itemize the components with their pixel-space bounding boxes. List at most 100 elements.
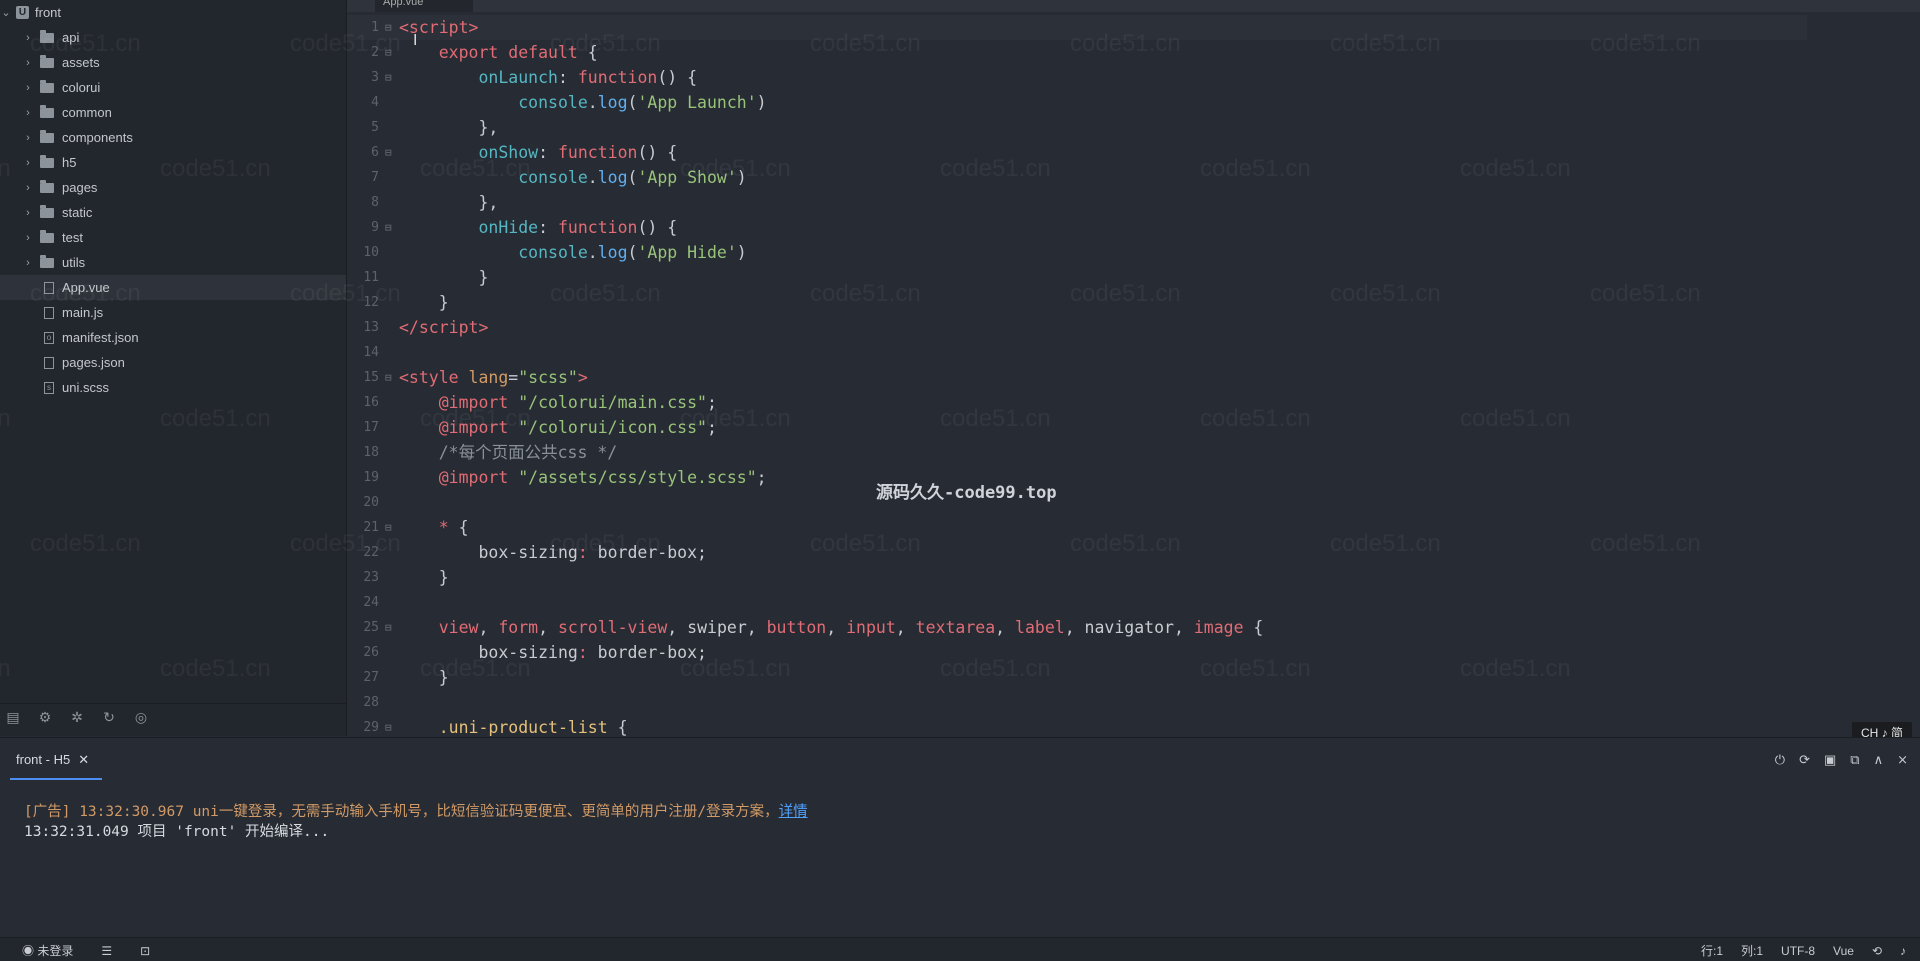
tree-item-label: App.vue xyxy=(62,280,110,295)
line-number: 29 xyxy=(363,720,379,735)
fold-icon[interactable]: ⊟ xyxy=(385,615,392,640)
tree-item-label: manifest.json xyxy=(62,330,139,345)
chevron-right-icon[interactable]: › xyxy=(22,132,34,144)
editor-tab-strip: App.vue xyxy=(347,0,1920,12)
console-tab[interactable]: front - H5 ✕ xyxy=(16,752,89,768)
close-icon[interactable]: ✕ xyxy=(78,752,89,768)
cursor-col[interactable]: 列:1 xyxy=(1741,942,1763,959)
folder-icon xyxy=(40,54,54,68)
line-number: 14 xyxy=(363,345,379,360)
line-number: 27 xyxy=(363,670,379,685)
restart-icon[interactable]: ⟳ xyxy=(1799,752,1810,768)
tree-item[interactable]: › components xyxy=(0,125,346,150)
line-number: 2 xyxy=(371,45,379,60)
login-label: 未登录 xyxy=(37,944,74,958)
console-panel: front - H5 ✕ ⏻ ⟳ ▣ ⧉ ∧ ⨯ [广告] 13:32:30.9… xyxy=(0,737,1920,938)
folder-icon xyxy=(40,229,54,243)
chevron-right-icon[interactable]: › xyxy=(22,82,34,94)
sidebar-toolbar: ▤ ⚙ ✲ ↻ ◎ xyxy=(0,703,346,731)
tree-item-label: h5 xyxy=(62,155,77,170)
user-icon: ◉ xyxy=(22,944,35,958)
folder-icon xyxy=(40,79,54,93)
preview-icon[interactable]: ◎ xyxy=(132,709,150,726)
chevron-right-icon[interactable]: › xyxy=(22,107,34,119)
line-number: 23 xyxy=(363,570,379,585)
refresh-icon[interactable]: ↻ xyxy=(100,709,118,726)
clear-icon[interactable]: ⨯ xyxy=(1897,752,1908,768)
tree-item[interactable]: › static xyxy=(0,200,346,225)
tree-item[interactable]: › common xyxy=(0,100,346,125)
text-cursor-icon: I xyxy=(413,32,418,49)
tree-item[interactable]: › api xyxy=(0,25,346,50)
tree-item[interactable]: s uni.scss xyxy=(0,375,346,400)
fold-icon[interactable]: ⊟ xyxy=(385,15,392,40)
tree-item-label: common xyxy=(62,105,112,120)
folder-icon[interactable]: ▤ xyxy=(4,709,22,726)
tree-item[interactable]: › colorui xyxy=(0,75,346,100)
fold-icon[interactable]: ⊟ xyxy=(385,215,392,240)
tree-item-label: assets xyxy=(62,55,100,70)
tree-root-front[interactable]: ⌄ U front xyxy=(0,0,346,25)
chevron-right-icon[interactable]: › xyxy=(22,32,34,44)
fold-icon[interactable]: ⊟ xyxy=(385,365,392,390)
terminal-icon[interactable]: ⊡ xyxy=(140,944,150,958)
sync-icon[interactable]: ⟲ xyxy=(1872,944,1882,958)
chevron-right-icon[interactable]: › xyxy=(22,182,34,194)
tree-item[interactable]: pages.json xyxy=(0,350,346,375)
chevron-right-icon[interactable]: › xyxy=(22,157,34,169)
fold-icon[interactable]: ⊟ xyxy=(385,40,392,65)
line-number: 3 xyxy=(371,70,379,85)
login-status[interactable]: ◉ 未登录 xyxy=(22,942,73,959)
file-icon xyxy=(44,281,54,294)
chevron-right-icon[interactable]: › xyxy=(22,207,34,219)
fold-icon[interactable]: ⊟ xyxy=(385,515,392,540)
tree-item[interactable]: › test xyxy=(0,225,346,250)
fold-icon[interactable]: ⊟ xyxy=(385,140,392,165)
outline-icon[interactable]: ☰ xyxy=(101,944,112,958)
bell-icon[interactable]: ♪ xyxy=(1900,944,1906,958)
chevron-right-icon[interactable]: › xyxy=(22,257,34,269)
chevron-up-icon[interactable]: ∧ xyxy=(1874,752,1884,768)
tree-item[interactable]: › utils xyxy=(0,250,346,275)
chevron-right-icon[interactable]: › xyxy=(22,57,34,69)
active-tab-indicator xyxy=(10,778,102,780)
language-mode[interactable]: Vue xyxy=(1833,944,1854,958)
file-icon: o xyxy=(44,331,54,344)
line-number: 24 xyxy=(363,595,379,610)
tree-item[interactable]: App.vue xyxy=(0,275,346,300)
tree-item[interactable]: o manifest.json xyxy=(0,325,346,350)
tree-item[interactable]: › h5 xyxy=(0,150,346,175)
line-number: 17 xyxy=(363,420,379,435)
details-link[interactable]: 详情 xyxy=(779,804,808,820)
line-number: 13 xyxy=(363,320,379,335)
tree-item[interactable]: › pages xyxy=(0,175,346,200)
line-number: 12 xyxy=(363,295,379,310)
fold-icon[interactable]: ⊟ xyxy=(385,715,392,736)
stop-icon[interactable]: ⏻ xyxy=(1775,752,1785,768)
tree-item-label: api xyxy=(62,30,80,45)
tree-item[interactable]: › assets xyxy=(0,50,346,75)
plugin-icon[interactable]: ⚙ xyxy=(36,709,54,726)
maximize-icon[interactable]: ▣ xyxy=(1824,752,1836,768)
console-actions: ⏻ ⟳ ▣ ⧉ ∧ ⨯ xyxy=(1775,752,1908,768)
line-number: 16 xyxy=(363,395,379,410)
tree-item[interactable]: main.js xyxy=(0,300,346,325)
line-number: 22 xyxy=(363,545,379,560)
tree-root-label: front xyxy=(35,5,62,20)
external-icon[interactable]: ⧉ xyxy=(1850,752,1859,768)
log-line: 13:32:31.049 项目 'front' 开始编译... xyxy=(24,824,330,840)
folder-icon xyxy=(40,104,54,118)
line-number: 5 xyxy=(371,120,379,135)
editor-tab-app-vue[interactable]: App.vue xyxy=(375,0,473,12)
file-icon: s xyxy=(44,381,54,394)
fold-icon[interactable]: ⊟ xyxy=(385,65,392,90)
project-explorer: ⌄ U front › api › assets › colorui › common › com… xyxy=(0,0,347,736)
debug-icon[interactable]: ✲ xyxy=(68,709,86,726)
line-number: 10 xyxy=(363,245,379,260)
file-icon xyxy=(44,356,54,369)
chevron-right-icon[interactable]: › xyxy=(22,232,34,244)
cursor-row[interactable]: 行:1 xyxy=(1701,942,1723,959)
chevron-down-icon[interactable]: ⌄ xyxy=(0,6,12,19)
encoding[interactable]: UTF-8 xyxy=(1781,944,1815,958)
code-editor[interactable]: App.vue 1 ⊟ <script> 2 ⊟ export default { 3… xyxy=(347,0,1920,736)
